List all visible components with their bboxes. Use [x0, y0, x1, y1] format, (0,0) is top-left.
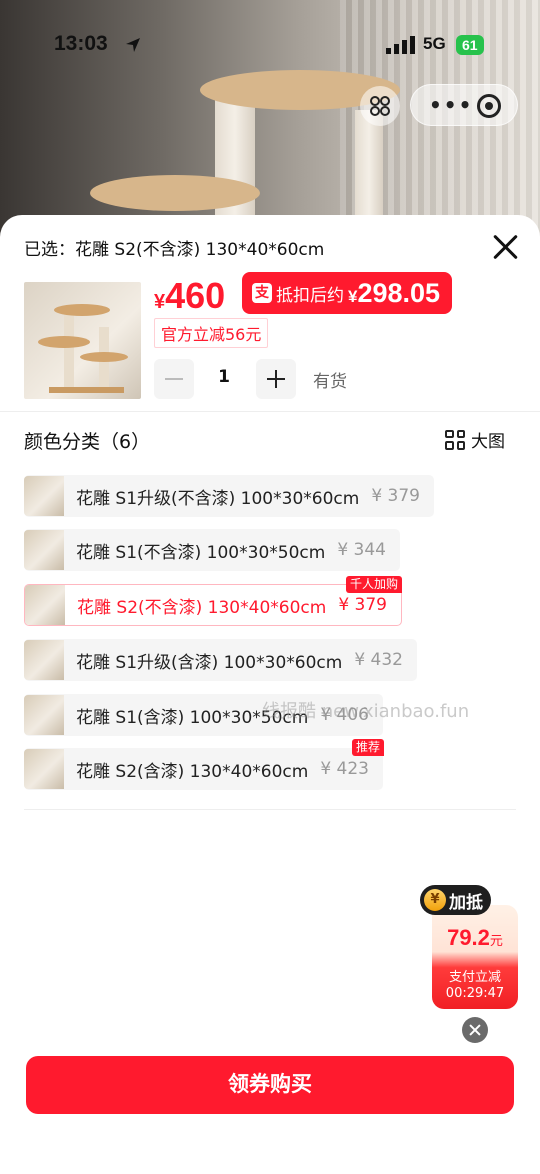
cat-tree-illustration: [38, 304, 128, 393]
sku-option-selected[interactable]: 花雕 S2(不含漆) 130*40*60cm ¥ 379 千人加购: [24, 576, 402, 626]
discount-tag: 官方立减56元: [154, 318, 269, 348]
scan-button[interactable]: [360, 86, 400, 126]
coupon-timer: 00:29:47: [445, 986, 505, 1001]
sku-option[interactable]: 花雕 S1升级(含漆) 100*30*60cm ¥ 432: [24, 639, 417, 681]
mini-program-capsule: •••: [410, 84, 518, 126]
coupon-head-text: 加抵: [449, 892, 483, 913]
option-thumbnail: [24, 749, 64, 789]
option-thumbnail: [24, 476, 64, 516]
option-name: 花雕 S1升级(含漆) 100*30*60cm: [76, 652, 343, 673]
option-price: ¥ 423: [320, 759, 369, 779]
option-thumbnail: [24, 695, 64, 735]
deal-price-badge: 支 抵扣后约 ¥298.05: [242, 272, 453, 314]
option-name: 花雕 S1(不含漆) 100*30*50cm: [76, 542, 326, 563]
big-image-toggle[interactable]: 大图: [445, 427, 505, 452]
coupon-label: 支付立减: [448, 970, 501, 985]
sku-option[interactable]: 花雕 S2(含漆) 130*40*60cm ¥ 423 推荐: [24, 739, 384, 790]
option-price: ¥ 344: [337, 540, 386, 560]
stock-status: 有货: [313, 372, 347, 392]
deal-price: ¥298.05: [348, 278, 440, 309]
close-target-icon[interactable]: [477, 94, 501, 118]
option-price: ¥ 432: [354, 650, 403, 670]
grid-icon: [445, 429, 465, 450]
divider: [0, 411, 540, 412]
option-name: 花雕 S2(不含漆) 130*40*60cm: [77, 597, 327, 618]
category-title: 颜色分类（6）: [24, 431, 151, 453]
option-badge: 千人加购: [345, 576, 402, 593]
price-amount: 460: [165, 275, 226, 316]
option-name: 花雕 S1升级(不含漆) 100*30*60cm: [76, 488, 360, 509]
selected-sku-text: 已选：花雕 S2(不含漆) 130*40*60cm: [24, 240, 325, 260]
network-label: 5G: [423, 34, 446, 53]
sku-option[interactable]: 花雕 S1升级(不含漆) 100*30*60cm ¥ 379: [24, 475, 434, 517]
coin-icon: ¥: [424, 889, 446, 911]
option-name: 花雕 S2(含漆) 130*40*60cm: [76, 761, 309, 782]
sku-option[interactable]: 花雕 S1(不含漆) 100*30*50cm ¥ 344: [24, 529, 400, 571]
coupon-close-icon[interactable]: [462, 1017, 488, 1043]
quantity-value[interactable]: 1: [212, 367, 236, 387]
option-price: ¥ 379: [338, 595, 387, 615]
location-arrow-icon: [126, 38, 140, 52]
divider: [24, 809, 516, 810]
coupon-header: ¥ 加抵: [420, 885, 491, 915]
scan-icon: [370, 96, 390, 116]
status-time: 13:03: [54, 32, 108, 55]
deal-price-value: 298.05: [357, 277, 441, 308]
more-icon[interactable]: •••: [429, 93, 473, 117]
coupon-unit: 元: [489, 933, 503, 948]
deal-label: 抵扣后约: [276, 285, 344, 306]
big-image-label: 大图: [471, 432, 505, 452]
signal-icon: [386, 36, 415, 54]
current-price: ¥460: [154, 275, 225, 317]
option-thumbnail: [24, 640, 64, 680]
battery-indicator: 61: [456, 35, 484, 55]
coupon-amount-value: 79.2: [447, 925, 490, 950]
quantity-decrease-button[interactable]: [154, 359, 194, 399]
option-thumbnail: [25, 585, 65, 625]
coupon-amount: 79.2元: [432, 925, 518, 951]
option-thumbnail: [24, 530, 64, 570]
alipay-icon: 支: [252, 283, 272, 303]
option-badge: 推荐: [351, 739, 384, 756]
close-icon[interactable]: [488, 230, 522, 264]
product-thumbnail[interactable]: [24, 282, 141, 399]
floating-coupon[interactable]: ¥ 加抵 79.2元 支付立减 00:29:47: [420, 885, 518, 1009]
sku-selector-sheet: 已选：花雕 S2(不含漆) 130*40*60cm ¥460 支 抵扣后约 ¥2…: [0, 215, 540, 1174]
status-bar: 13:03 5G 61: [0, 28, 540, 62]
watermark: 线报酷 new.xianbao.fun: [262, 701, 470, 722]
quantity-increase-button[interactable]: [256, 359, 296, 399]
price-currency: ¥: [154, 291, 166, 313]
platform: [90, 175, 260, 211]
option-price: ¥ 379: [371, 486, 420, 506]
buy-with-coupon-button[interactable]: 领券购买: [26, 1056, 514, 1114]
